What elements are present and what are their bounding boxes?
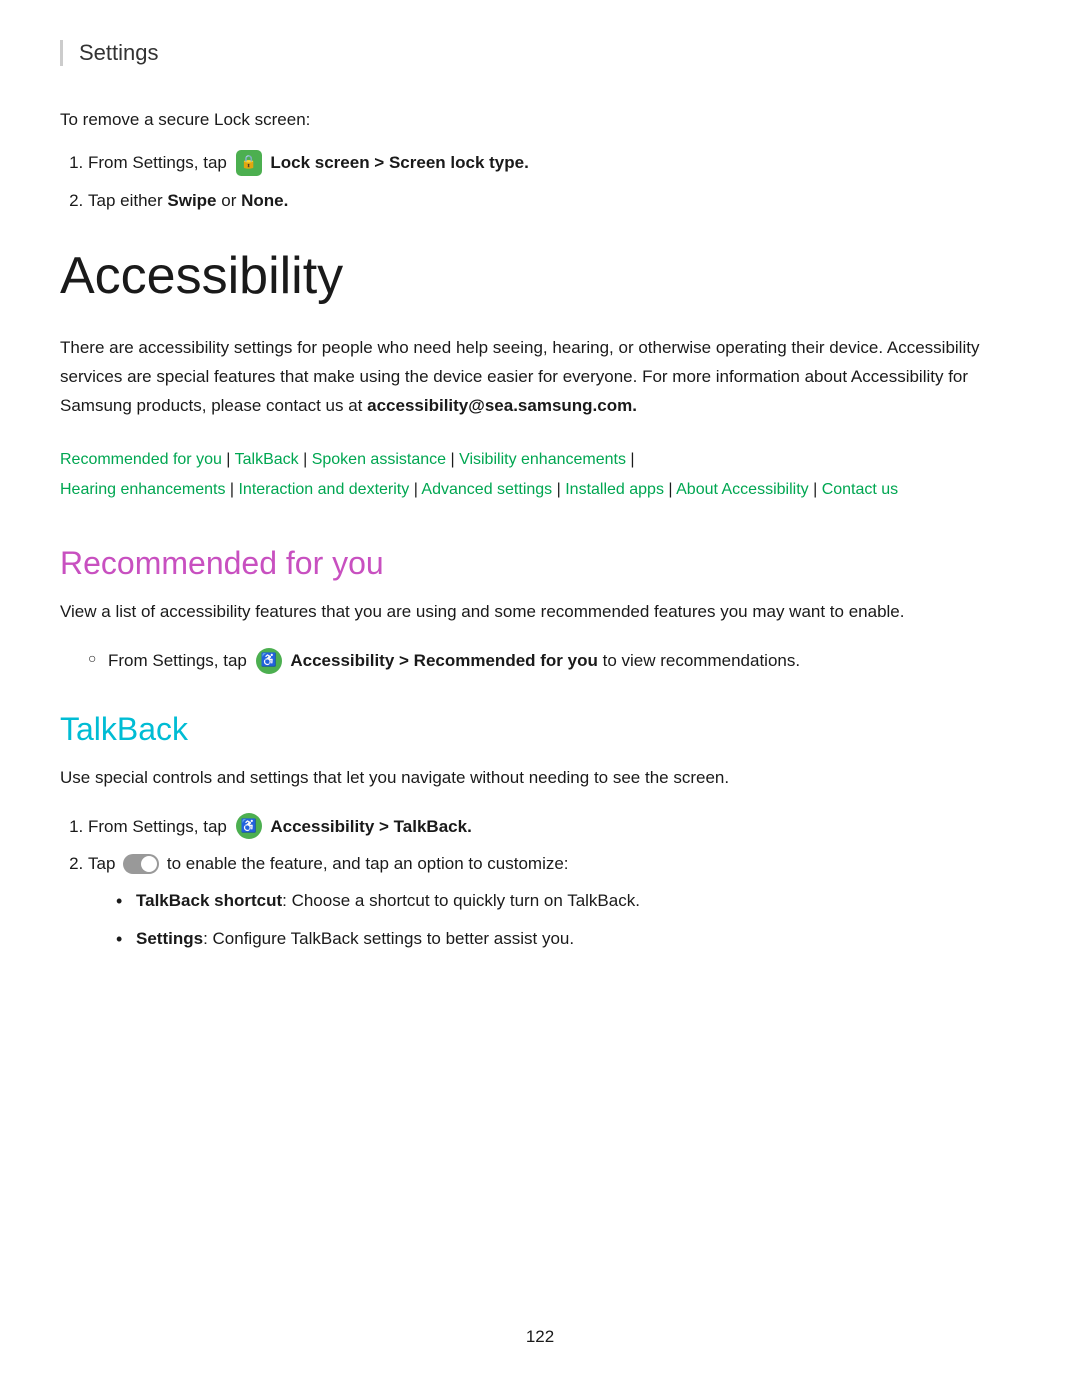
talkback-sub-list: TalkBack shortcut: Choose a shortcut to …	[116, 887, 1020, 951]
recommended-list: From Settings, tap ♿ Accessibility > Rec…	[88, 647, 1020, 675]
talkback-description: Use special controls and settings that l…	[60, 764, 1020, 793]
header-title: Settings	[79, 40, 159, 65]
nav-link-spoken[interactable]: Spoken assistance	[312, 451, 446, 468]
accessibility-icon-recommended: ♿	[256, 648, 282, 674]
intro-section: To remove a secure Lock screen: From Set…	[60, 106, 1020, 214]
nav-link-interaction[interactable]: Interaction and dexterity	[238, 481, 409, 498]
email-link[interactable]: accessibility@sea.samsung.com.	[367, 396, 637, 415]
intro-step-2: Tap either Swipe or None.	[88, 187, 1020, 214]
nav-link-about[interactable]: About Accessibility	[676, 481, 809, 498]
nav-link-installed[interactable]: Installed apps	[565, 481, 664, 498]
section-title-talkback: TalkBack	[60, 711, 1020, 748]
page-number: 122	[0, 1327, 1080, 1347]
nav-link-recommended[interactable]: Recommended for you	[60, 451, 222, 468]
intro-text: To remove a secure Lock screen:	[60, 106, 1020, 133]
talkback-step-1: From Settings, tap ♿ Accessibility > Tal…	[88, 813, 1020, 841]
lock-screen-icon: 🔒	[236, 150, 262, 176]
talkback-sub-item-shortcut: TalkBack shortcut: Choose a shortcut to …	[116, 887, 1020, 914]
header-bar: Settings	[60, 40, 1020, 66]
section-talkback: TalkBack Use special controls and settin…	[60, 711, 1020, 952]
page-container: Settings To remove a secure Lock screen:…	[0, 0, 1080, 1068]
nav-link-talkback[interactable]: TalkBack	[235, 451, 299, 468]
talkback-numbered-list: From Settings, tap ♿ Accessibility > Tal…	[88, 813, 1020, 952]
toggle-icon	[123, 854, 159, 874]
intro-step-1: From Settings, tap 🔒 Lock screen > Scree…	[88, 149, 1020, 177]
intro-numbered-list: From Settings, tap 🔒 Lock screen > Scree…	[88, 149, 1020, 214]
section-title-recommended: Recommended for you	[60, 545, 1020, 582]
nav-links: Recommended for you | TalkBack | Spoken …	[60, 445, 1020, 506]
talkback-step-2: Tap to enable the feature, and tap an op…	[88, 850, 1020, 952]
talkback-sub-item-settings: Settings: Configure TalkBack settings to…	[116, 925, 1020, 952]
nav-link-hearing[interactable]: Hearing enhancements	[60, 481, 225, 498]
nav-link-visibility[interactable]: Visibility enhancements	[459, 451, 626, 468]
section-recommended: Recommended for you View a list of acces…	[60, 545, 1020, 674]
recommended-item-1: From Settings, tap ♿ Accessibility > Rec…	[88, 647, 1020, 675]
accessibility-description: There are accessibility settings for peo…	[60, 334, 1020, 421]
nav-link-contact[interactable]: Contact us	[822, 481, 898, 498]
nav-link-advanced[interactable]: Advanced settings	[421, 481, 552, 498]
accessibility-icon-talkback: ♿	[236, 813, 262, 839]
page-title: Accessibility	[60, 246, 1020, 306]
recommended-description: View a list of accessibility features th…	[60, 598, 1020, 627]
